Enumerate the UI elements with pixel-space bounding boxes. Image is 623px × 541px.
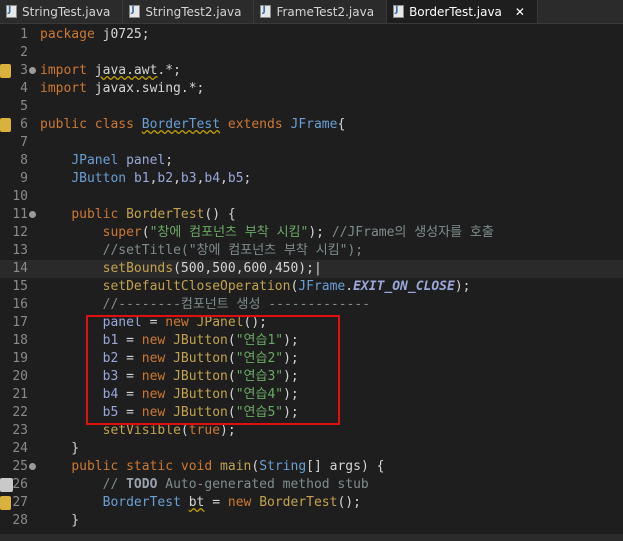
code-line: 28 }: [0, 512, 623, 530]
line-number: 23: [12, 423, 28, 438]
code-text: }: [40, 513, 80, 528]
code-line: 3 import java.awt.*;: [0, 62, 623, 80]
line-number: 22: [12, 405, 28, 420]
tab-label: FrameTest2.java: [276, 4, 375, 19]
code-line: 20 b3 = new JButton("연습3");: [0, 368, 623, 386]
line-number: 12: [12, 225, 28, 240]
line-number: 1: [20, 27, 28, 42]
code-line: 26 // TODO Auto-generated method stub: [0, 476, 623, 494]
line-number: 20: [12, 369, 28, 384]
line-number: 7: [20, 135, 28, 150]
tab-bordertest[interactable]: BorderTest.java ✕: [387, 0, 538, 23]
java-file-icon: [129, 5, 141, 18]
code-text: b1 = new JButton("연습1");: [102, 333, 299, 348]
code-line: 12 super("창에 컴포넌츠 부착 시킴"); //JFrame의 생성자…: [0, 224, 623, 242]
line-number: 14: [12, 261, 28, 276]
code-line: 15 setDefaultCloseOperation(JFrame.EXIT_…: [0, 278, 623, 296]
code-line: 22 b5 = new JButton("연습5");: [0, 404, 623, 422]
code-line: 6 public class BorderTest extends JFrame…: [0, 116, 623, 134]
code-editor[interactable]: 1 package j0725; 2 3 import java.awt.*; …: [0, 24, 623, 541]
line-number: 18: [12, 333, 28, 348]
tab-label: StringTest.java: [22, 4, 111, 19]
line-number: 15: [12, 279, 28, 294]
tab-label: StringTest2.java: [145, 4, 242, 19]
java-file-icon: [260, 5, 272, 18]
code-line: 1 package j0725;: [0, 26, 623, 44]
line-number: 25: [12, 459, 28, 474]
code-line: 25 public static void main(String[] args…: [0, 458, 623, 476]
java-file-icon: [393, 5, 405, 18]
code-text: import javax.swing.*;: [40, 81, 205, 96]
code-line: 10: [0, 188, 623, 206]
code-line: 17 panel = new JPanel();: [0, 314, 623, 332]
line-number: 27: [12, 495, 28, 510]
line-number: 6: [20, 117, 28, 132]
code-line: 23 setVisible(true);: [0, 422, 623, 440]
code-text: b5 = new JButton("연습5");: [102, 405, 299, 420]
close-icon[interactable]: ✕: [515, 5, 525, 19]
code-text: import java.awt.*;: [40, 63, 181, 78]
code-line: 18 b1 = new JButton("연습1");: [0, 332, 623, 350]
line-number: 21: [12, 387, 28, 402]
code-text: //setTitle("창에 컴포넌츠 부착 시킴");: [102, 243, 364, 258]
fold-toggle-icon[interactable]: [29, 463, 36, 470]
code-line: 27 BorderTest bt = new BorderTest();: [0, 494, 623, 512]
tab-stringtest2[interactable]: StringTest2.java: [123, 0, 255, 23]
code-line: 9 JButton b1,b2,b3,b4,b5;: [0, 170, 623, 188]
code-text: b2 = new JButton("연습2");: [102, 351, 299, 366]
code-text: setVisible(true);: [102, 423, 236, 438]
line-number: 3: [20, 63, 28, 78]
code-text: b3 = new JButton("연습3");: [102, 369, 299, 384]
horizontal-scrollbar[interactable]: [0, 534, 623, 541]
code-line: 13 //setTitle("창에 컴포넌츠 부착 시킴");: [0, 242, 623, 260]
code-line: 24 }: [0, 440, 623, 458]
line-number: 24: [12, 441, 28, 456]
line-number: 4: [20, 81, 28, 96]
code-line: 19 b2 = new JButton("연습2");: [0, 350, 623, 368]
code-text: JButton b1,b2,b3,b4,b5;: [71, 171, 252, 186]
code-text: setDefaultCloseOperation(JFrame.EXIT_ON_…: [102, 279, 471, 294]
code-line: 8 JPanel panel;: [0, 152, 623, 170]
code-line: 7: [0, 134, 623, 152]
line-number: 28: [12, 513, 28, 528]
line-number: 17: [12, 315, 28, 330]
line-number: 16: [12, 297, 28, 312]
code-text: setBounds(500,500,600,450);|: [102, 261, 322, 276]
line-number: 10: [12, 189, 28, 204]
line-number: 13: [12, 243, 28, 258]
code-line: 16 //--------컴포넌트 생성 -------------: [0, 296, 623, 314]
code-line: 5: [0, 98, 623, 116]
line-number: 2: [20, 45, 28, 60]
tab-frametest2[interactable]: FrameTest2.java: [254, 0, 388, 23]
line-number: 11: [12, 207, 28, 222]
java-file-icon: [6, 5, 17, 18]
code-text: BorderTest bt = new BorderTest();: [102, 495, 361, 510]
code-text: JPanel panel;: [71, 153, 174, 168]
line-number: 5: [20, 99, 28, 114]
tab-label: BorderTest.java: [409, 4, 502, 19]
code-line: 21 b4 = new JButton("연습4");: [0, 386, 623, 404]
code-text: }: [40, 441, 80, 456]
line-number: 9: [20, 171, 28, 186]
code-text: public BorderTest() {: [71, 207, 236, 222]
code-text: //--------컴포넌트 생성 -------------: [102, 297, 371, 312]
code-line: 2: [0, 44, 623, 62]
code-text: package j0725;: [40, 27, 150, 42]
code-text: public static void main(String[] args) {: [71, 459, 385, 474]
line-number: 19: [12, 351, 28, 366]
tab-stringtest[interactable]: StringTest.java: [0, 0, 124, 23]
line-number: 8: [20, 153, 28, 168]
fold-toggle-icon[interactable]: [29, 211, 36, 218]
code-text: public class BorderTest extends JFrame{: [40, 117, 346, 132]
line-number: 26: [12, 477, 28, 492]
code-text: panel = new JPanel();: [102, 315, 268, 330]
code-text: // TODO Auto-generated method stub: [102, 477, 369, 492]
fold-toggle-icon[interactable]: [29, 67, 36, 74]
code-text: b4 = new JButton("연습4");: [102, 387, 299, 402]
code-line: 11 public BorderTest() {: [0, 206, 623, 224]
editor-tab-bar: StringTest.java StringTest2.java FrameTe…: [0, 0, 623, 24]
code-line-current: 14 setBounds(500,500,600,450);|: [0, 260, 623, 278]
code-line: 4 import javax.swing.*;: [0, 80, 623, 98]
code-text: super("창에 컴포넌츠 부착 시킴"); //JFrame의 생성자를 호…: [102, 225, 494, 240]
